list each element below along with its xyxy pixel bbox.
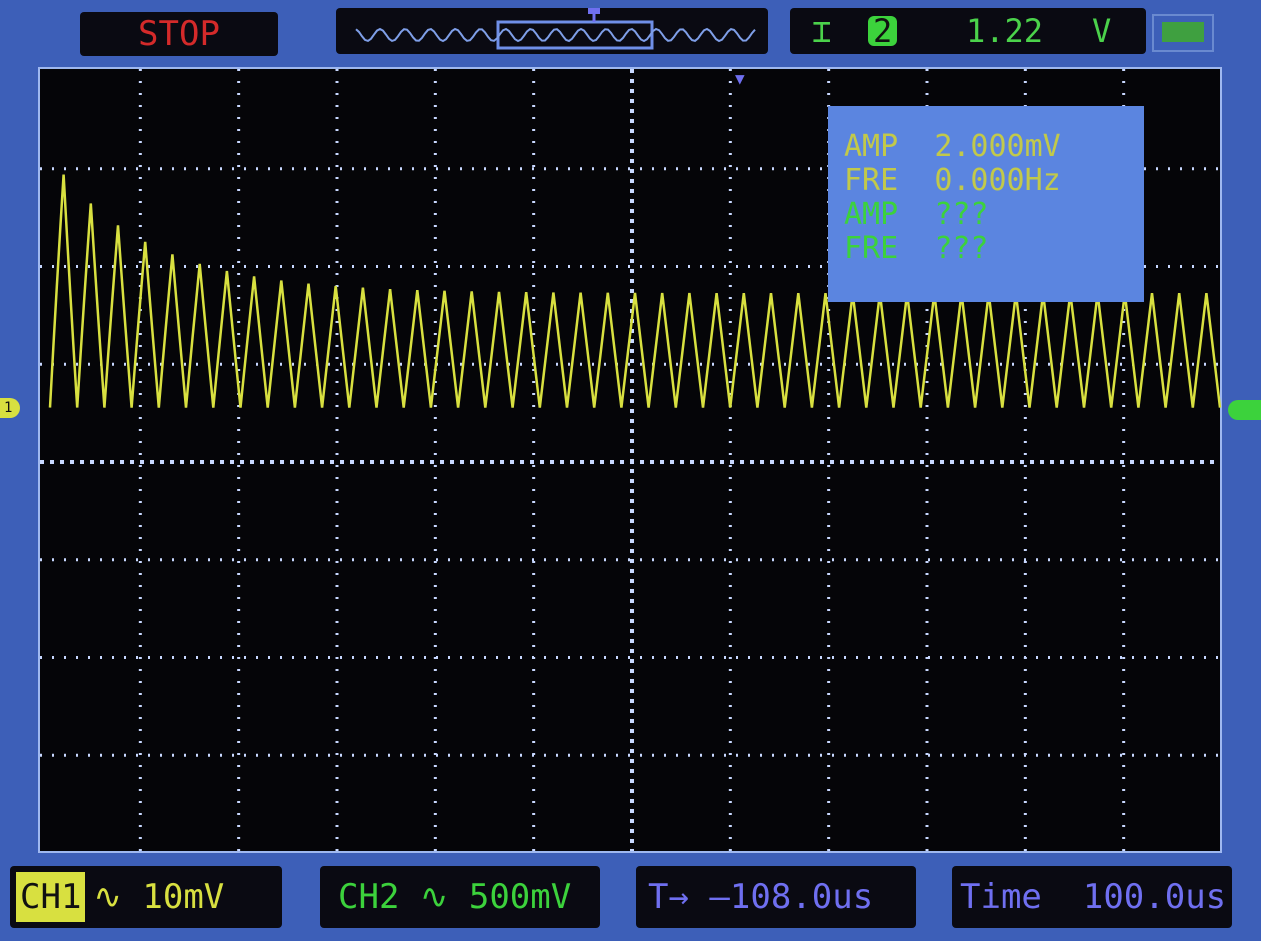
measurement-panel: AMP 2.000mV FRE 0.000Hz AMP ??? FRE ??? bbox=[828, 106, 1144, 302]
trigger-status: ⌶ 2 1.22 V bbox=[790, 8, 1146, 54]
timebase-label: Time bbox=[960, 877, 1042, 917]
ch1-scale: ∿ 10mV bbox=[93, 877, 225, 917]
ch1-scale-button[interactable]: CH1 ∿ 10mV bbox=[10, 866, 282, 928]
measurement-row: AMP ??? bbox=[844, 197, 989, 232]
trigger-channel-badge: 2 bbox=[868, 15, 898, 47]
ch1-ground-marker[interactable]: 1 bbox=[0, 398, 21, 418]
measurement-row: FRE ??? bbox=[844, 231, 989, 266]
trigger-position-marker: ▼ bbox=[735, 69, 745, 88]
memory-overview-waveform bbox=[355, 8, 756, 50]
ibeam-cursor-icon: ⌶ bbox=[812, 12, 832, 50]
trigger-level-marker[interactable] bbox=[1228, 400, 1261, 420]
measurement-row: AMP 2.000mV bbox=[844, 129, 1061, 164]
memory-position-bar[interactable] bbox=[336, 8, 768, 54]
ch2-scale-button[interactable]: CH2 ∿ 500mV bbox=[320, 866, 600, 928]
ch1-label: CH1 bbox=[16, 872, 86, 922]
trigger-unit: V bbox=[1092, 12, 1112, 50]
trigger-offset: T→ –108.0us bbox=[648, 877, 874, 917]
trigger-offset-button[interactable]: T→ –108.0us bbox=[636, 866, 916, 928]
battery-icon bbox=[1152, 14, 1214, 52]
trigger-level: 1.22 bbox=[966, 12, 1044, 50]
measurement-row: FRE 0.000Hz bbox=[844, 163, 1061, 198]
timebase-button[interactable]: Time 100.0us bbox=[952, 866, 1232, 928]
ch2-scale: ∿ 500mV bbox=[419, 877, 572, 917]
timebase-value: 100.0us bbox=[1082, 877, 1227, 917]
ch2-label: CH2 bbox=[338, 877, 400, 917]
run-stop-indicator[interactable]: STOP bbox=[80, 12, 278, 56]
